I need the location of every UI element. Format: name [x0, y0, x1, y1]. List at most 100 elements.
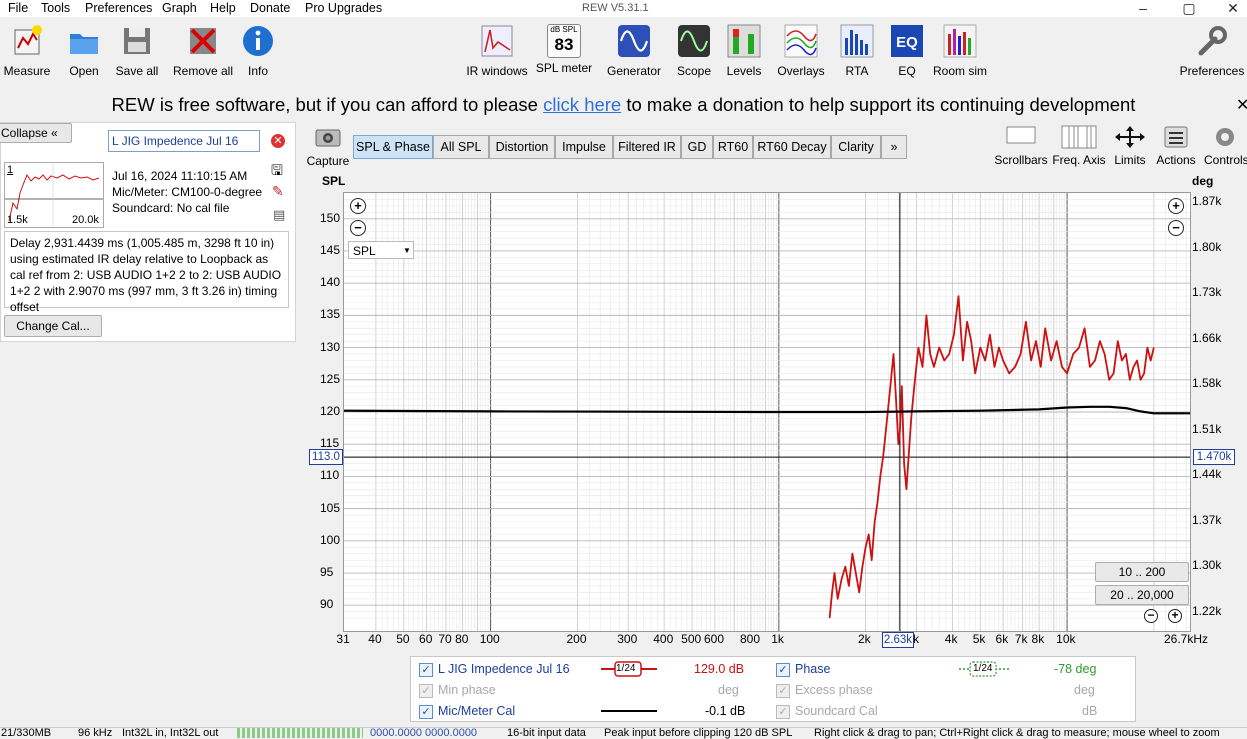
status-rate: 96 kHz	[78, 727, 113, 739]
capture-button[interactable]: Capture	[306, 126, 350, 168]
x-tick-label: 600	[703, 632, 725, 646]
soundcard-cal-checkbox[interactable]: ✓	[776, 705, 790, 719]
delete-measurement-icon[interactable]: ✕	[271, 134, 285, 148]
ir-windows-button[interactable]: IR windows	[464, 24, 530, 78]
x-tick-label: 60	[419, 632, 433, 646]
menu-donate[interactable]: Donate	[250, 0, 290, 16]
change-cal-button[interactable]: Change Cal...	[4, 315, 102, 337]
spl-meter-button[interactable]: dB SPL 83 SPL meter	[534, 24, 594, 75]
x-tick-label: 1k	[771, 632, 784, 646]
x-tick-label: 70	[438, 632, 452, 646]
collapse-button[interactable]: Collapse «	[0, 123, 72, 143]
tab-filtered-ir[interactable]: Filtered IR	[613, 135, 681, 159]
measurement-name-field[interactable]: L JIG Impedence Jul 16	[108, 130, 260, 152]
levels-button[interactable]: Levels	[724, 24, 764, 78]
y2-axis-title: deg	[1192, 174, 1214, 188]
save-measurement-icon[interactable]: 🖫	[271, 160, 283, 184]
menu-preferences[interactable]: Preferences	[85, 0, 152, 16]
menu-file[interactable]: File	[8, 0, 28, 16]
y-axis-title: SPL	[322, 174, 346, 188]
tab-spl-phase[interactable]: SPL & Phase	[353, 135, 433, 159]
zoom-in-x-icon[interactable]: +	[1168, 609, 1182, 623]
camera-icon	[315, 129, 341, 147]
close-banner-icon[interactable]: ✕	[1236, 95, 1247, 115]
tab-rt60[interactable]: RT60	[713, 135, 753, 159]
actions-button[interactable]: Actions	[1154, 125, 1198, 167]
remove-all-button[interactable]: Remove all	[170, 24, 236, 78]
minimize-icon[interactable]: –	[1128, 0, 1158, 16]
x-tick-label: 2k	[858, 632, 871, 646]
x-tick-label: 50	[396, 632, 410, 646]
menu-bar: File Tools Preferences Graph Help Donate…	[0, 0, 1247, 17]
limits-arrows-icon	[1115, 126, 1145, 148]
tab-clarity[interactable]: Clarity	[831, 135, 881, 159]
tab-rt60-decay[interactable]: RT60 Decay	[753, 135, 831, 159]
menu-help[interactable]: Help	[210, 0, 236, 16]
notes-document-icon[interactable]: ▤	[273, 207, 285, 223]
scrollbars-button[interactable]: Scrollbars	[990, 125, 1052, 167]
limits-button[interactable]: Limits	[1108, 125, 1152, 167]
window-title: REW V5.31.1	[582, 2, 649, 14]
x-tick-label: 10k	[1056, 632, 1076, 646]
scope-icon	[678, 25, 710, 57]
range-20-20000-button[interactable]: 20 .. 20,000	[1095, 585, 1189, 605]
levels-icon	[727, 24, 761, 58]
x-tick-label: 800	[740, 632, 761, 646]
more-tabs-icon[interactable]: »	[881, 135, 907, 159]
x-tick-label: 5k	[972, 632, 986, 646]
zoom-in-icon[interactable]: +	[350, 198, 366, 214]
x-tick-label: 200	[566, 632, 587, 646]
preferences-button[interactable]: Preferences	[1178, 24, 1246, 78]
freq-axis-icon	[1061, 125, 1097, 149]
maximize-icon[interactable]: ▢	[1174, 0, 1204, 16]
spl-plot[interactable]	[344, 193, 1190, 631]
measurement-date: Jul 16, 2024 11:10:15 AM	[112, 169, 248, 183]
graph-select[interactable]: SPL ▼	[348, 241, 414, 259]
room-sim-button[interactable]: Room sim	[930, 24, 990, 78]
close-window-icon[interactable]: ✕	[1218, 0, 1247, 16]
scope-button[interactable]: Scope	[674, 24, 714, 78]
measurement-thumbnail[interactable]: 1 1.5k 20.0k	[4, 162, 104, 228]
double-chevron-left-icon: «	[51, 126, 58, 140]
info-button[interactable]: Info	[238, 24, 278, 78]
range-10-200-button[interactable]: 10 .. 200	[1095, 562, 1189, 582]
controls-button[interactable]: Controls	[1200, 125, 1247, 167]
excess-phase-checkbox[interactable]: ✓	[776, 684, 790, 698]
measurement-notes[interactable]: Delay 2,931.4439 ms (1,005.485 m, 3298 f…	[4, 231, 289, 314]
tab-impulse[interactable]: Impulse	[555, 135, 613, 159]
graph-area[interactable]: + − + − SPL ▼ 10 .. 200 20 .. 20,000 − +	[343, 192, 1191, 632]
y-tick-label: 125	[320, 371, 341, 386]
open-button[interactable]: Open	[62, 24, 106, 78]
legend-excess-phase: Excess phase	[795, 683, 873, 697]
legend-soundcard-cal-unit: dB	[1082, 704, 1098, 718]
zoom-out-right-icon[interactable]: −	[1168, 220, 1184, 236]
room-sim-icon	[943, 24, 977, 58]
rta-button[interactable]: RTA	[839, 24, 875, 78]
donate-link[interactable]: click here	[543, 94, 621, 115]
min-phase-checkbox[interactable]: ✓	[419, 684, 433, 698]
tab-gd[interactable]: GD	[681, 135, 713, 159]
edit-pencil-icon[interactable]: ✎	[272, 183, 284, 200]
menu-tools[interactable]: Tools	[41, 0, 70, 16]
tab-all-spl[interactable]: All SPL	[433, 135, 489, 159]
zoom-out-icon[interactable]: −	[350, 220, 366, 236]
freq-axis-button[interactable]: Freq. Axis	[1052, 125, 1106, 167]
measure-button[interactable]: Measure	[2, 24, 52, 78]
zoom-out-x-icon[interactable]: −	[1144, 609, 1158, 623]
thumbnail-x-max: 20.0k	[72, 214, 99, 226]
x-tick-label: 4k	[944, 632, 958, 646]
tab-distortion[interactable]: Distortion	[489, 135, 555, 159]
save-all-button[interactable]: Save all	[112, 24, 162, 78]
zoom-in-right-icon[interactable]: +	[1168, 198, 1184, 214]
y-tick-label: 120	[320, 404, 341, 418]
status-levels: 0000.0000 0000.0000	[370, 727, 478, 739]
menu-graph[interactable]: Graph	[162, 0, 197, 16]
eq-button[interactable]: EQ EQ	[889, 24, 925, 78]
phase-checkbox[interactable]: ✓	[776, 663, 790, 677]
overlays-button[interactable]: Overlays	[775, 24, 827, 78]
mic-cal-checkbox[interactable]: ✓	[419, 705, 433, 719]
menu-pro-upgrades[interactable]: Pro Upgrades	[305, 0, 382, 16]
generator-button[interactable]: Generator	[604, 24, 664, 78]
y-tick-label: 95	[320, 565, 334, 580]
measurement-checkbox[interactable]: ✓	[419, 663, 433, 677]
